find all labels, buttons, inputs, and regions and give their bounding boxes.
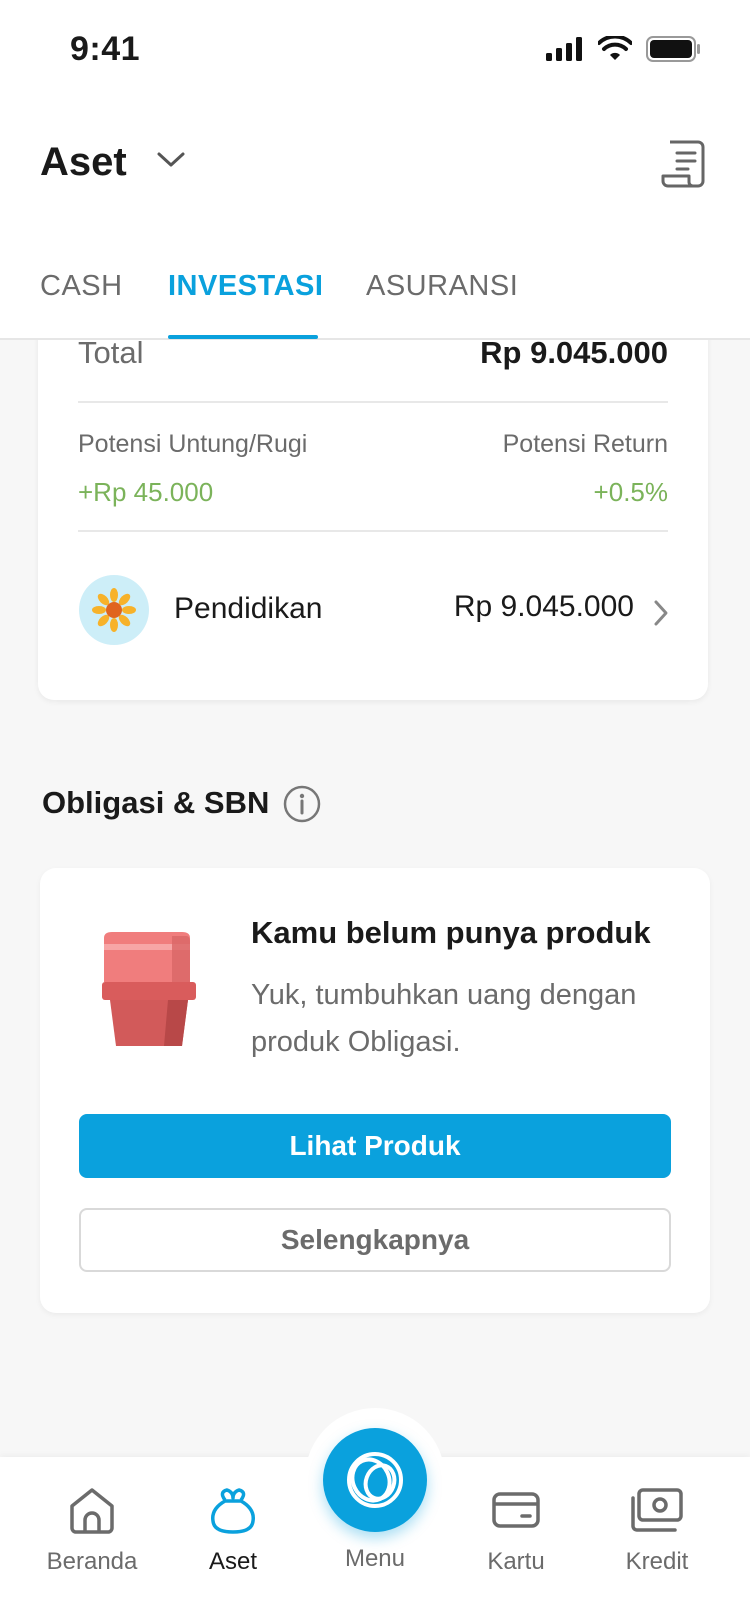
active-tab-indicator xyxy=(168,335,318,339)
tab-bar: CASH INVESTASI ASURANSI xyxy=(0,255,750,340)
page-title: Aset xyxy=(40,140,127,184)
tab-investasi[interactable]: INVESTASI xyxy=(168,270,323,303)
selengkapnya-button[interactable]: Selengkapnya xyxy=(79,1208,671,1272)
total-label: Total xyxy=(78,335,144,370)
divider xyxy=(78,530,668,532)
nav-label: Aset xyxy=(208,1548,258,1575)
nav-item-aset[interactable]: Aset xyxy=(163,1482,303,1576)
chevron-right-icon[interactable] xyxy=(652,598,670,628)
potensi-untung-value: +Rp 45.000 xyxy=(78,477,214,507)
empty-pot-icon xyxy=(102,932,196,1046)
goal-label[interactable]: Pendidikan xyxy=(174,592,322,626)
empty-description: Yuk, tumbuhkan uang dengan produk Obliga… xyxy=(251,979,637,1058)
home-indicator xyxy=(240,1604,510,1613)
empty-title: Kamu belum punya produk xyxy=(251,915,651,950)
card-icon xyxy=(492,1492,540,1528)
battery-icon xyxy=(646,36,700,62)
signal-icon xyxy=(546,37,582,61)
cash-icon xyxy=(631,1488,683,1532)
sunflower-icon xyxy=(79,575,149,645)
potensi-untung-label: Potensi Untung/Rugi xyxy=(78,430,308,458)
tab-cash[interactable]: CASH xyxy=(40,270,123,303)
home-icon xyxy=(70,1488,114,1534)
lihat-produk-button[interactable]: Lihat Produk xyxy=(79,1114,671,1178)
potensi-return-value: +0.5% xyxy=(593,477,668,507)
nav-item-kredit[interactable]: Kredit xyxy=(587,1482,727,1576)
goal-value[interactable]: Rp 9.045.000 xyxy=(454,590,634,624)
money-bag-icon xyxy=(211,1488,255,1534)
section-title: Obligasi & SBN xyxy=(42,785,270,820)
menu-button[interactable] xyxy=(323,1428,427,1532)
info-icon[interactable] xyxy=(283,785,321,823)
divider xyxy=(78,401,668,403)
wifi-icon xyxy=(598,36,632,60)
status-time: 9:41 xyxy=(70,30,141,68)
statement-icon[interactable] xyxy=(660,138,706,190)
potensi-return-label: Potensi Return xyxy=(502,430,668,458)
nav-label-menu[interactable]: Menu xyxy=(305,1545,445,1573)
nav-item-beranda[interactable]: Beranda xyxy=(22,1482,162,1576)
nav-label: Beranda xyxy=(46,1548,138,1575)
status-icons xyxy=(546,36,702,62)
total-value: Rp 9.045.000 xyxy=(480,335,668,370)
nav-label: Kartu xyxy=(487,1548,545,1575)
chevron-down-icon[interactable] xyxy=(156,150,186,170)
nav-item-kartu[interactable]: Kartu xyxy=(446,1482,586,1576)
tab-asuransi[interactable]: ASURANSI xyxy=(366,270,518,303)
menu-rings-icon xyxy=(347,1452,403,1508)
nav-label: Kredit xyxy=(625,1548,689,1575)
top-bar: 9:41 Aset CASH INVESTASI ASURANSI xyxy=(0,0,750,340)
